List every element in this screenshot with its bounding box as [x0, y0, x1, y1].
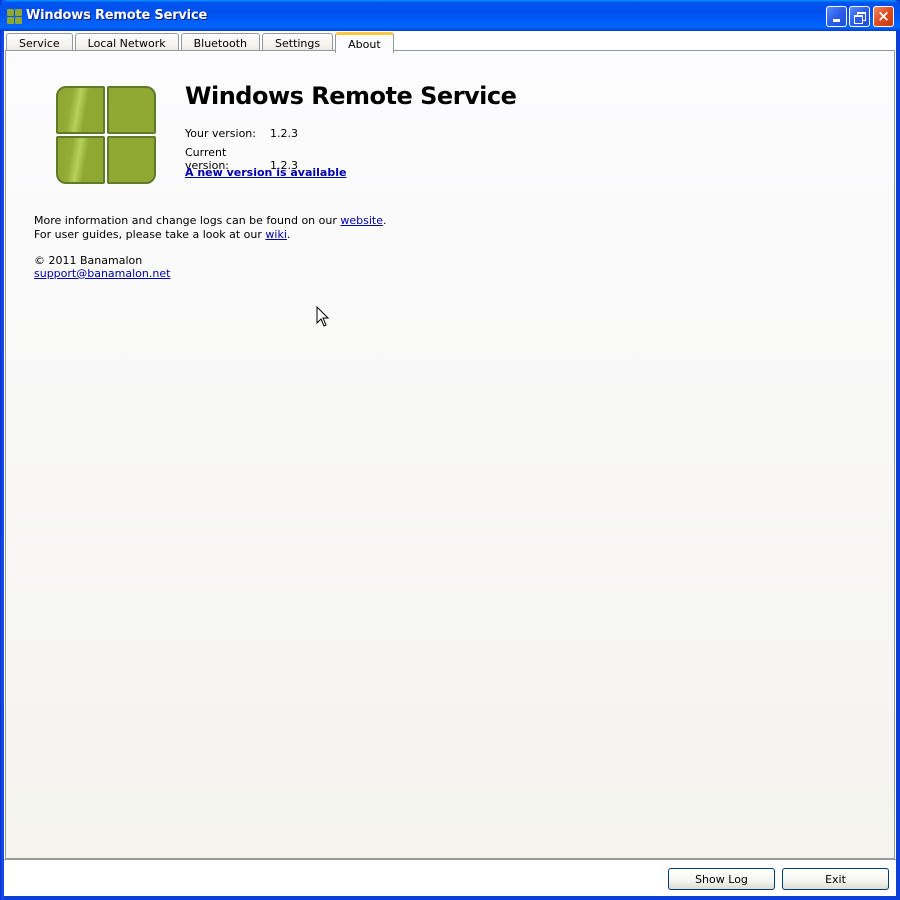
support-email-link[interactable]: support@banamalon.net [34, 267, 170, 281]
title-bar[interactable]: Windows Remote Service × [0, 0, 900, 31]
your-version-row: Your version: 1.2.3 [185, 127, 298, 140]
new-version-link[interactable]: A new version is available [185, 166, 346, 179]
your-version-label: Your version: [185, 127, 256, 140]
info-text: For user guides, please take a look at o… [34, 228, 266, 241]
info-text: More information and change logs can be … [34, 214, 341, 227]
tab-strip: Service Local Network Bluetooth Settings… [6, 32, 396, 53]
mouse-cursor-icon [316, 306, 330, 327]
info-text: . [286, 228, 291, 241]
minimize-icon [833, 19, 840, 22]
restore-button[interactable] [849, 6, 870, 27]
info-text: . [383, 214, 387, 227]
info-website-line: More information and change logs can be … [34, 214, 387, 228]
exit-button[interactable]: Exit [782, 868, 889, 890]
minimize-button[interactable] [826, 6, 847, 27]
app-window: Windows Remote Service × Service Local N… [0, 0, 900, 900]
app-name-heading: Windows Remote Service [185, 82, 517, 110]
client-area: Service Local Network Bluetooth Settings… [4, 31, 896, 896]
app-icon [7, 9, 22, 24]
your-version-value: 1.2.3 [270, 127, 298, 140]
website-link[interactable]: website [340, 214, 383, 227]
show-log-button[interactable]: Show Log [668, 868, 775, 890]
copyright-text: © 2011 Banamalon [34, 254, 143, 267]
tab-about[interactable]: About [335, 32, 394, 53]
about-panel: Windows Remote Service Your version: 1.2.… [5, 50, 895, 859]
app-logo-icon [56, 86, 156, 184]
restore-icon [854, 11, 866, 24]
button-bar: Show Log Exit [4, 859, 896, 896]
info-wiki-line: For user guides, please take a look at o… [34, 228, 290, 242]
close-icon: × [877, 7, 890, 25]
wiki-link[interactable]: wiki [265, 228, 286, 241]
window-title: Windows Remote Service [26, 8, 208, 23]
close-button[interactable]: × [873, 6, 894, 27]
